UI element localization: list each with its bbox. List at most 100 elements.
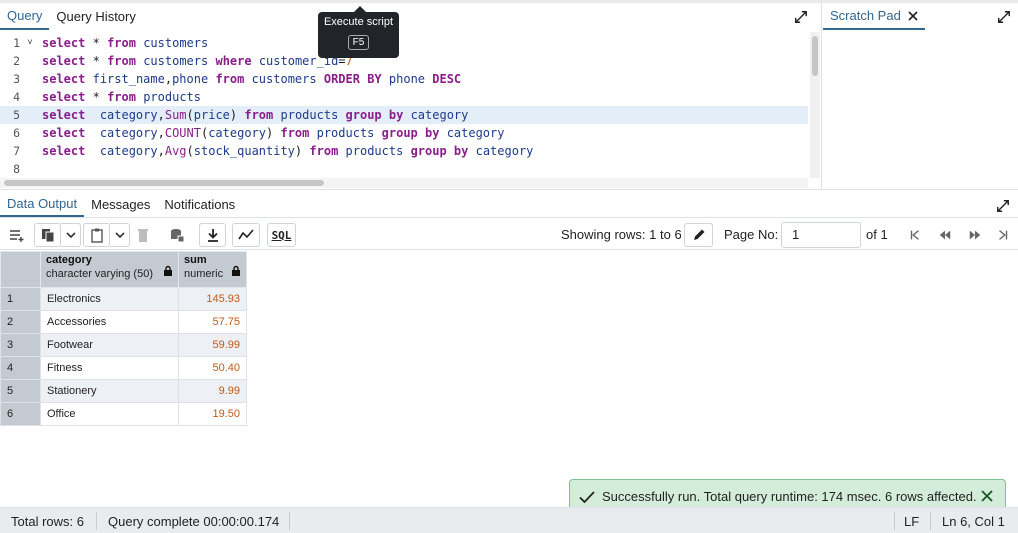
row-number[interactable]: 2 [0,310,41,334]
line-number: 5 [13,108,20,122]
tab-data-output[interactable]: Data Output [0,192,85,217]
code-text: select * from customers where customer_i… [42,54,353,68]
table-row[interactable]: 2 Accessories 57.75 [0,310,247,334]
tooltip-title: Execute script [323,16,394,28]
tab-query-history[interactable]: Query History [49,3,142,30]
code-line[interactable]: 3 select first_name,phone from customers … [0,70,808,88]
chevron-down-icon [65,232,76,239]
cell-category[interactable]: Accessories [40,310,179,334]
scroll-thumb[interactable] [4,180,324,186]
expand-output-icon[interactable] [995,198,1011,214]
code-line[interactable]: 5 select category,Sum(price) from product… [0,106,808,124]
edit-rows-button[interactable] [684,223,713,247]
column-header-sum[interactable]: sum numeric [178,251,247,288]
row-number[interactable]: 1 [0,287,41,311]
sql-editor[interactable]: 1 ˅ select * from customers 2 select * from … [0,34,808,178]
page-number-input[interactable]: 1 [781,222,861,248]
cell-category[interactable]: Footwear [40,333,179,357]
expand-scratch-icon[interactable] [996,9,1012,25]
column-header-category[interactable]: category character varying (50) [40,251,179,288]
chevron-down-icon [114,232,125,239]
last-page-button[interactable] [990,223,1016,247]
line-number: 8 [13,162,20,176]
next-page-button[interactable] [960,223,990,247]
row-number-header[interactable] [0,251,41,288]
table-row[interactable]: 4 Fitness 50.40 [0,356,247,380]
last-page-icon [999,230,1008,240]
check-circle-icon [579,490,595,503]
code-line[interactable]: 2 select * from customers where customer_… [0,52,808,70]
code-line[interactable]: 1 ˅ select * from customers [0,34,808,52]
query-pane: Query Query History 1 ˅ select * from cust… [0,0,822,190]
tab-messages[interactable]: Messages [84,192,157,217]
scratch-pad-label: Scratch Pad [830,8,901,23]
cell-category[interactable]: Office [40,402,179,426]
grid-header-row: category character varying (50) sum nume… [0,251,247,288]
first-page-button[interactable] [900,223,930,247]
cell-category[interactable]: Fitness [40,356,179,380]
table-row[interactable]: 1 Electronics 145.93 [0,287,247,311]
code-line[interactable]: 4 select * from products [0,88,808,106]
showing-rows-text: Showing rows: 1 to 6 [561,227,682,242]
cell-sum[interactable]: 59.99 [178,333,247,357]
previous-page-button[interactable] [930,223,960,247]
execute-script-tooltip: Execute script F5 [318,6,399,58]
table-row[interactable]: 5 Stationery 9.99 [0,379,247,403]
close-icon[interactable] [908,10,918,21]
cell-category[interactable]: Electronics [40,287,179,311]
editor-vertical-scrollbar[interactable] [810,32,820,178]
download-icon [207,229,218,242]
copy-button[interactable] [34,223,61,247]
editor-horizontal-scrollbar[interactable] [0,178,808,188]
code-line[interactable]: 6 select category,COUNT(category) from pr… [0,124,808,142]
lock-icon [232,265,240,276]
cell-sum[interactable]: 57.75 [178,310,247,334]
fold-chevron-icon[interactable]: ˅ [22,38,38,48]
cell-category[interactable]: Stationery [40,379,179,403]
copy-icon [41,229,54,243]
cell-sum[interactable]: 9.99 [178,379,247,403]
tab-scratch-pad[interactable]: Scratch Pad [823,3,925,30]
editor-tabs: Query Query History [0,3,143,30]
tab-query[interactable]: Query [0,3,50,30]
query-complete-status: Query complete 00:00:00.174 [108,514,280,529]
result-grid[interactable]: category character varying (50) sum nume… [0,251,247,426]
code-line[interactable]: 8 [0,160,808,178]
graph-visualiser-button[interactable] [232,223,260,247]
paste-button[interactable] [83,223,110,247]
lock-icon [164,265,172,276]
add-row-button[interactable] [3,223,30,247]
tab-notifications[interactable]: Notifications [157,192,242,217]
code-text: select category,Sum(price) from products… [42,108,469,122]
expand-query-icon[interactable] [793,9,809,25]
copy-options-button[interactable] [61,223,81,247]
rewind-icon [939,230,951,240]
paste-icon [90,228,103,243]
row-number[interactable]: 4 [0,356,41,380]
code-text: select first_name,phone from customers O… [42,72,462,86]
cell-sum[interactable]: 19.50 [178,402,247,426]
total-rows-status: Total rows: 6 [11,514,84,529]
save-data-button[interactable] [163,223,191,247]
row-number[interactable]: 5 [0,379,41,403]
status-bar: Total rows: 6 Query complete 00:00:00.17… [0,507,1018,533]
row-number[interactable]: 6 [0,402,41,426]
pencil-icon [693,229,704,240]
delete-button[interactable] [131,223,155,247]
table-row[interactable]: 6 Office 19.50 [0,402,247,426]
cell-sum[interactable]: 145.93 [178,287,247,311]
scroll-thumb[interactable] [812,36,818,76]
output-tabs: Data Output Messages Notifications [0,192,1018,218]
toast-message: Successfully run. Total query runtime: 1… [602,489,977,504]
row-number[interactable]: 3 [0,333,41,357]
cell-sum[interactable]: 50.40 [178,356,247,380]
close-icon[interactable] [979,488,995,504]
code-line[interactable]: 7 select category,Avg(stock_quantity) fro… [0,142,808,160]
table-row[interactable]: 3 Footwear 59.99 [0,333,247,357]
download-button[interactable] [199,223,226,247]
paste-options-button[interactable] [110,223,130,247]
tooltip-shortcut: F5 [347,35,370,50]
fast-forward-icon [969,230,981,240]
line-number: 3 [13,72,20,86]
sql-button[interactable]: SQL [267,223,296,247]
